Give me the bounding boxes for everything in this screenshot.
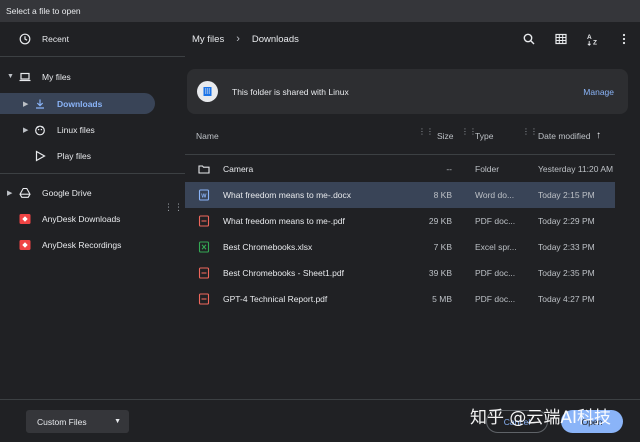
folder-icon — [198, 163, 210, 175]
breadcrumb: My files › Downloads — [192, 33, 299, 45]
file-type: Folder — [475, 164, 500, 174]
sidebar-item-linux-files[interactable]: ▶ Linux files — [0, 119, 155, 140]
svg-text:A: A — [587, 34, 592, 41]
column-header-name[interactable]: Name — [196, 131, 219, 141]
sidebar-item-label: Linux files — [57, 124, 95, 135]
building-icon — [197, 81, 218, 102]
file-name: Best Chromebooks.xlsx — [223, 242, 313, 252]
table-row[interactable]: Best Chromebooks.xlsx 7 KB Excel spr... … — [185, 234, 615, 260]
file-size: 29 KB — [428, 216, 452, 226]
filter-selected-value: Custom Files — [37, 417, 87, 427]
file-date: Today 2:35 PM — [538, 268, 595, 278]
file-size: 39 KB — [428, 268, 452, 278]
anydesk-icon — [19, 213, 31, 225]
file-date: Yesterday 11:20 AM — [538, 164, 614, 174]
sidebar-item-label: Downloads — [57, 98, 103, 109]
file-type: PDF doc... — [475, 294, 516, 304]
pdf-icon — [198, 215, 210, 227]
table-row[interactable]: Best Chromebooks - Sheet1.pdf 39 KB PDF … — [185, 260, 615, 286]
svg-text:W: W — [201, 193, 207, 199]
expand-down-icon[interactable]: ▼ — [7, 73, 14, 80]
excel-icon — [198, 241, 210, 253]
column-header-type[interactable]: Type — [475, 131, 493, 141]
laptop-icon — [19, 71, 31, 83]
download-icon — [34, 98, 46, 110]
sidebar-item-google-drive[interactable]: ▶ Google Drive — [0, 182, 155, 203]
sidebar-item-label: AnyDesk Recordings — [42, 239, 122, 250]
sort-az-icon[interactable]: AZ — [585, 31, 601, 47]
file-size: -- — [446, 164, 452, 174]
table-row[interactable]: What freedom means to me-.pdf 29 KB PDF … — [185, 208, 615, 234]
file-type: PDF doc... — [475, 268, 516, 278]
file-size: 8 KB — [433, 190, 452, 200]
sidebar-item-label: Recent — [42, 33, 69, 44]
word-doc-icon: W — [198, 189, 210, 201]
play-icon — [34, 149, 46, 162]
table-row[interactable]: Camera -- Folder Yesterday 11:20 AM — [185, 156, 615, 182]
file-size: 7 KB — [433, 242, 452, 252]
sidebar-item-label: AnyDesk Downloads — [42, 213, 121, 224]
chevron-right-icon: › — [236, 33, 240, 45]
table-row[interactable]: GPT-4 Technical Report.pdf 5 MB PDF doc.… — [185, 286, 615, 312]
expand-right-icon[interactable]: ▶ — [23, 126, 28, 134]
sidebar-item-play-files[interactable]: Play files — [0, 145, 155, 166]
sidebar-divider — [0, 173, 185, 174]
sidebar-item-label: Google Drive — [42, 187, 92, 198]
file-type: PDF doc... — [475, 216, 516, 226]
sort-arrow-up-icon[interactable]: ↑ — [596, 130, 601, 141]
file-list-header: Name ⋮⋮ Size ⋮⋮ Type ⋮⋮ Date modified ↑ — [185, 125, 615, 147]
sidebar-item-my-files[interactable]: ▼ My files — [0, 66, 155, 87]
sidebar-divider — [0, 56, 185, 57]
file-type: Word do... — [475, 190, 515, 200]
file-name: Camera — [223, 164, 254, 174]
search-icon[interactable] — [521, 31, 537, 47]
svg-text:Z: Z — [593, 40, 597, 47]
expand-right-icon[interactable]: ▶ — [7, 189, 12, 197]
watermark: 知乎 @云端AI科技 — [470, 408, 612, 428]
column-header-date[interactable]: Date modified — [538, 131, 590, 141]
banner-text: This folder is shared with Linux — [232, 87, 349, 97]
sidebar-resize-handle[interactable]: ⋮⋮ — [164, 203, 184, 212]
file-size: 5 MB — [432, 294, 452, 304]
breadcrumb-my-files[interactable]: My files — [192, 34, 224, 45]
file-type: Excel spr... — [475, 242, 517, 252]
sidebar-item-label: My files — [42, 71, 71, 82]
column-resize-handle[interactable]: ⋮⋮ — [522, 128, 538, 136]
sidebar: Recent ▼ My files ▶ Downloads ▶ Linux fi… — [0, 22, 185, 399]
header-divider — [185, 154, 615, 155]
pdf-icon — [198, 267, 210, 279]
table-row-selected[interactable]: W What freedom means to me-.docx 8 KB Wo… — [185, 182, 615, 208]
file-name: GPT-4 Technical Report.pdf — [223, 294, 328, 304]
pdf-icon — [198, 293, 210, 305]
drive-icon — [19, 187, 31, 199]
file-date: Today 2:15 PM — [538, 190, 595, 200]
caret-down-icon: ▼ — [114, 418, 121, 425]
linux-penguin-icon — [34, 124, 46, 136]
expand-right-icon[interactable]: ▶ — [23, 100, 28, 108]
column-resize-handle[interactable]: ⋮⋮ — [418, 128, 434, 136]
clock-icon — [19, 33, 31, 45]
file-name: What freedom means to me-.docx — [223, 190, 352, 200]
sidebar-item-recent[interactable]: Recent — [0, 28, 155, 49]
manage-link[interactable]: Manage — [583, 87, 614, 97]
file-date: Today 4:27 PM — [538, 294, 595, 304]
main-pane: My files › Downloads AZ This folder is s… — [185, 22, 640, 399]
linux-shared-banner: This folder is shared with Linux Manage — [187, 69, 628, 114]
sidebar-item-anydesk-downloads[interactable]: AnyDesk Downloads — [0, 208, 155, 229]
sidebar-item-anydesk-recordings[interactable]: AnyDesk Recordings — [0, 234, 155, 255]
sidebar-item-downloads[interactable]: ▶ Downloads — [0, 93, 155, 114]
file-date: Today 2:33 PM — [538, 242, 595, 252]
column-header-size[interactable]: Size — [437, 131, 454, 141]
file-name: Best Chromebooks - Sheet1.pdf — [223, 268, 344, 278]
more-vertical-icon[interactable] — [616, 31, 632, 47]
file-date: Today 2:29 PM — [538, 216, 595, 226]
window-title: Select a file to open — [0, 0, 640, 22]
file-name: What freedom means to me-.pdf — [223, 216, 345, 226]
breadcrumb-downloads[interactable]: Downloads — [252, 34, 299, 45]
file-type-filter-select[interactable]: Custom Files ▼ — [26, 410, 129, 433]
sidebar-item-label: Play files — [57, 150, 92, 161]
grid-view-icon[interactable] — [553, 31, 569, 47]
anydesk-icon — [19, 239, 31, 251]
